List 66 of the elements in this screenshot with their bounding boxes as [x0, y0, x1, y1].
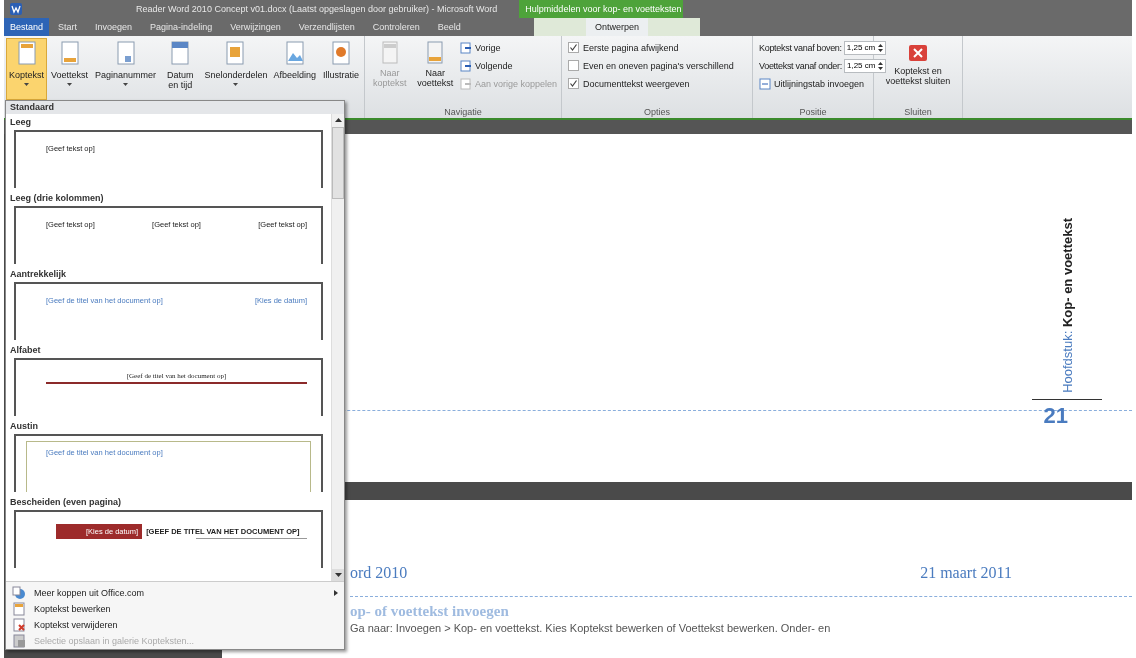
- spin-arrows-icon: [878, 42, 884, 53]
- gallery-item-title: Alfabet: [10, 344, 42, 357]
- group-label: Navigatie: [443, 106, 483, 118]
- option-checkbox[interactable]: Documenttekst weergeven: [568, 76, 746, 91]
- ribbon-tab[interactable]: Bestand: [4, 18, 50, 36]
- gallery-item-title: Austin: [10, 420, 39, 433]
- window-title: Reader Word 2010 Concept v01.docx (Laatst opgeslagen door gebruiker) - Microsoft Word: [136, 4, 498, 14]
- scrollbar[interactable]: [331, 114, 344, 581]
- page-icon: [379, 41, 400, 65]
- scroll-up-icon[interactable]: [333, 117, 343, 123]
- ribbon-tab[interactable]: Verwijzingen: [221, 18, 290, 36]
- menu-item[interactable]: Koptekst bewerken: [6, 601, 344, 617]
- group-label: Opties: [643, 106, 671, 118]
- gallery-item-title: Leeg: [10, 116, 32, 129]
- page-number: 21: [1043, 403, 1068, 429]
- body-text: Ga naar: Invoegen > Kop- en voettekst. Kies Koptekst bewerken of Voettekst bewerken. Onder- en: [350, 622, 832, 634]
- ribbon-button[interactable]: Illustratie: [320, 38, 362, 100]
- ribbon-button[interactable]: Koptekst: [6, 38, 48, 100]
- option-checkbox[interactable]: Eerste pagina afwijkend: [568, 40, 746, 55]
- ribbon-button[interactable]: Vorige: [457, 40, 559, 55]
- document-delete-icon: [12, 618, 26, 632]
- gallery-item-title: Leeg (drie kolommen): [10, 192, 105, 205]
- section-heading: op- of voettekst invoegen: [350, 603, 510, 620]
- scroll-down-icon[interactable]: [333, 572, 343, 578]
- word-logo-icon: [10, 3, 22, 15]
- spinner-label: Voettekst vanaf onder:: [759, 60, 842, 71]
- menu-item[interactable]: Meer koppen uit Office.com: [6, 585, 344, 601]
- ribbon-button[interactable]: Voettekst: [48, 38, 92, 100]
- header-text: ord 2010: [350, 564, 408, 582]
- ribbon-button[interactable]: Naar voettekst: [412, 38, 458, 100]
- chapter-label: Hoofdstuk: Kop- en voettekst: [1059, 218, 1075, 393]
- ribbon-tab[interactable]: Verzendlijsten: [289, 18, 364, 36]
- ribbon-tab[interactable]: Start: [49, 18, 87, 36]
- ribbon-button[interactable]: Volgende: [457, 58, 559, 73]
- page-icon: [425, 41, 446, 65]
- ribbon-button[interactable]: Datum en tijd: [160, 38, 201, 100]
- option-checkbox[interactable]: Even en oneven pagina's verschillend: [568, 58, 746, 73]
- ribbon-tab[interactable]: Controleren: [363, 18, 429, 36]
- gallery-item-title: Aantrekkelijk: [10, 268, 68, 281]
- clipart-icon: [329, 41, 353, 67]
- check-icon: [569, 43, 578, 52]
- globe-document-icon: [12, 586, 26, 600]
- check-icon: [569, 79, 578, 88]
- ribbon-button[interactable]: Uitlijningstab invoegen: [757, 76, 869, 91]
- tab-stop-icon: [759, 77, 771, 90]
- ribbon-tab[interactable]: Ontwerpen: [586, 18, 648, 36]
- spinner-field[interactable]: 1,25 cm: [843, 40, 887, 55]
- ribbon-tab[interactable]: Invoegen: [86, 18, 142, 36]
- menu-item[interactable]: Koptekst verwijderen: [6, 617, 344, 633]
- ribbon-button[interactable]: Afbeelding: [270, 38, 319, 100]
- scroll-thumb[interactable]: [332, 127, 344, 199]
- spinner-label: Koptekst vanaf boven:: [759, 42, 842, 53]
- ribbon-tab[interactable]: Pagina-indeling: [141, 18, 222, 36]
- document-edit-icon: [12, 602, 26, 616]
- gallery-item-title: Bescheiden (even pagina): [10, 496, 123, 509]
- spin-arrows-icon: [878, 60, 884, 71]
- close-icon: [908, 44, 928, 62]
- group-label: Sluiten: [903, 106, 933, 118]
- ribbon-button[interactable]: Snelonderdelen: [201, 38, 270, 100]
- ribbon-tab[interactable]: Beeld: [428, 18, 470, 36]
- group-label: Positie: [798, 106, 828, 118]
- ribbon-button[interactable]: Paginanummer: [92, 38, 160, 100]
- gallery-category: Standaard: [6, 101, 344, 114]
- contextual-tab-title: Hulpmiddelen voor kop- en voetteksten: [519, 0, 684, 18]
- header-date: 21 maart 2011: [920, 564, 1012, 582]
- spinner-field[interactable]: 1,25 cm: [843, 58, 887, 73]
